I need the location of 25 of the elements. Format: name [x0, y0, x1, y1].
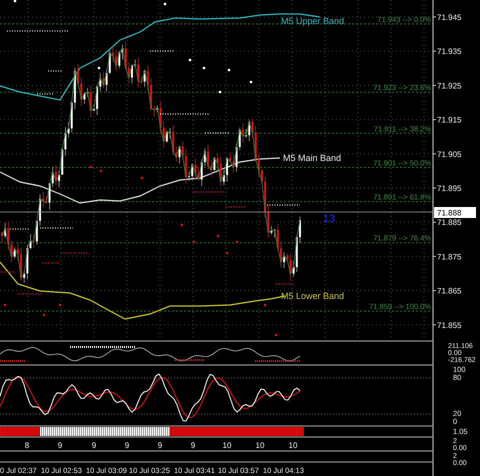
period-label: 10 [256, 441, 264, 450]
price-axis-label: 71.865 [437, 286, 462, 296]
period-label: 9 [58, 441, 62, 450]
price-axis-label: 71.875 [437, 252, 462, 262]
price-axis-label: 71.905 [437, 150, 462, 159]
current-price-label: 71.888 [437, 208, 462, 218]
price-axis-label: 71.885 [437, 218, 462, 228]
band-label: M5 Lower Band [281, 291, 344, 301]
band-label: M5 Upper Band [281, 16, 344, 26]
price-axis-label: 71.925 [437, 81, 462, 90]
price-axis-label: 71.895 [437, 184, 462, 193]
price-axis-label: 71.945 [437, 13, 462, 22]
period-label: 8 [24, 441, 30, 450]
period-label: 9 [158, 441, 162, 450]
price-axis-label: 71.915 [437, 116, 462, 125]
price-axis-label: 71.855 [437, 320, 462, 330]
band-label: M5 Main Band [283, 153, 342, 163]
period-label: 10 [288, 441, 298, 450]
price-axis-label: 71.935 [437, 47, 462, 56]
period-label: 9 [190, 441, 196, 450]
bar-counter: 13 [323, 213, 336, 225]
period-label: 9 [124, 441, 130, 450]
period-label: 9 [92, 441, 96, 450]
current-price-tag [434, 207, 476, 218]
period-label: 10 [222, 441, 232, 450]
